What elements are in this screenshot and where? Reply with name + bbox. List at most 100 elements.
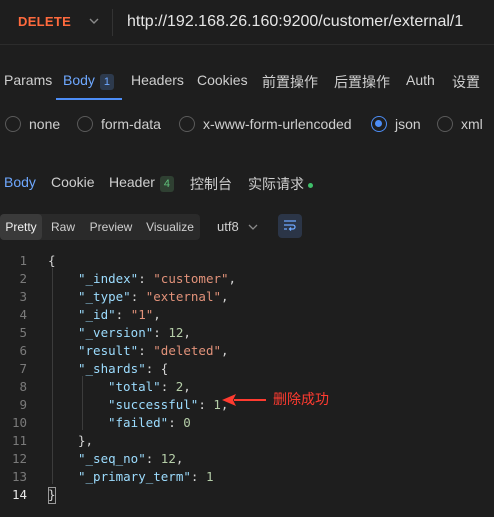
line-number: 11	[11, 433, 27, 448]
view-preview-button[interactable]: Preview	[84, 214, 138, 240]
tab-post-operations[interactable]: 后置操作	[334, 72, 390, 92]
code-line: 14}	[0, 486, 494, 504]
response-body-editor[interactable]: 1{2 "_index": "customer", 3 "_type": "exter…	[0, 250, 494, 517]
http-method-selector[interactable]: DELETE	[18, 14, 71, 29]
radio-label[interactable]: xml	[461, 116, 483, 132]
tab-response-header[interactable]: Header 4	[109, 174, 174, 192]
line-number: 12	[11, 451, 27, 466]
radio-xml[interactable]	[437, 116, 453, 132]
url-divider	[112, 9, 113, 36]
radio-label[interactable]: none	[29, 116, 60, 132]
code-line: 13 "_primary_term": 1	[0, 468, 494, 486]
count-badge: 4	[159, 176, 174, 192]
tab-label: Header	[109, 174, 155, 190]
tab-label: Cookie	[51, 174, 95, 190]
tab-console[interactable]: 控制台	[190, 174, 232, 194]
view-mode-group: Pretty Raw Preview Visualize	[0, 214, 200, 240]
code-text: "_index": "customer",	[78, 271, 237, 286]
view-raw-button[interactable]: Raw	[44, 214, 82, 240]
line-number: 1	[19, 253, 27, 268]
text-cursor	[48, 487, 56, 504]
tab-cookies[interactable]: Cookies	[197, 72, 248, 88]
code-line: 12 "_seq_no": 12,	[0, 450, 494, 468]
code-line: 7 "_shards": {	[0, 360, 494, 378]
tab-label: Auth	[406, 72, 435, 88]
line-number: 10	[11, 415, 27, 430]
count-badge: 1	[99, 74, 114, 90]
url-bar: DELETE http://192.168.26.160:9200/custom…	[0, 0, 494, 45]
line-number: 7	[19, 361, 27, 376]
code-text: {	[48, 253, 56, 268]
view-toolbar: Pretty Raw Preview Visualize utf8	[0, 212, 494, 242]
view-visualize-button[interactable]: Visualize	[140, 214, 200, 240]
response-tabs: Body Cookie Header 4 控制台 实际请求	[0, 164, 494, 200]
radio-json[interactable]	[371, 116, 387, 132]
code-line: 1{	[0, 252, 494, 270]
chevron-down-icon[interactable]	[88, 16, 100, 26]
code-text: "_primary_term": 1	[78, 469, 214, 484]
status-dot-icon	[308, 182, 313, 188]
tab-pre-operations[interactable]: 前置操作	[262, 72, 318, 92]
tab-label: 实际请求	[248, 176, 304, 192]
line-number: 3	[19, 289, 27, 304]
encoding-select[interactable]: utf8	[217, 219, 239, 234]
code-text: "_id": "1",	[78, 307, 161, 322]
code-text: "failed": 0	[108, 415, 191, 430]
tab-actual-request[interactable]: 实际请求	[248, 174, 313, 194]
annotation-label: 删除成功	[273, 392, 329, 408]
code-text: "_seq_no": 12,	[78, 451, 184, 466]
line-number: 14	[11, 487, 27, 502]
tab-response-body[interactable]: Body	[4, 174, 36, 190]
chevron-down-icon[interactable]	[248, 223, 258, 231]
line-number: 8	[19, 379, 27, 394]
code-line: 10 "failed": 0	[0, 414, 494, 432]
tab-body[interactable]: Body 1	[63, 72, 114, 90]
line-number: 6	[19, 343, 27, 358]
code-line: 5 "_version": 12,	[0, 324, 494, 342]
radio-label[interactable]: json	[395, 116, 421, 132]
tab-params[interactable]: Params	[4, 72, 52, 88]
line-number: 4	[19, 307, 27, 322]
code-text: "result": "deleted",	[78, 343, 229, 358]
arrow-left-icon	[222, 394, 266, 406]
view-pretty-button[interactable]: Pretty	[0, 214, 42, 240]
tab-headers[interactable]: Headers	[131, 72, 184, 88]
code-line: 6 "result": "deleted",	[0, 342, 494, 360]
tab-label: 设置	[452, 74, 480, 90]
url-input[interactable]: http://192.168.26.160:9200/customer/exte…	[127, 13, 463, 31]
line-number: 2	[19, 271, 27, 286]
radio-x-www-form-urlencoded[interactable]	[179, 116, 195, 132]
active-tab-indicator	[56, 98, 122, 100]
radio-label[interactable]: form-data	[101, 116, 161, 132]
line-number: 9	[19, 397, 27, 412]
request-tabs: Params Body 1 Headers Cookies 前置操作 后置操作 A…	[0, 62, 494, 100]
code-line: 3 "_type": "external",	[0, 288, 494, 306]
tab-label: 后置操作	[334, 74, 390, 90]
code-text: "total": 2,	[108, 379, 191, 394]
tab-response-cookie[interactable]: Cookie	[51, 174, 95, 190]
code-text: "_version": 12,	[78, 325, 191, 340]
tab-settings[interactable]: 设置	[452, 72, 480, 92]
radio-none[interactable]	[5, 116, 21, 132]
code-line: 4 "_id": "1",	[0, 306, 494, 324]
tab-auth[interactable]: Auth	[406, 72, 435, 88]
line-number: 13	[11, 469, 27, 484]
radio-label[interactable]: x-www-form-urlencoded	[203, 116, 352, 132]
code-text: },	[78, 433, 94, 448]
tab-label: Cookies	[197, 72, 248, 88]
code-text: "_type": "external",	[78, 289, 229, 304]
tab-label: Headers	[131, 72, 184, 88]
code-text: "_shards": {	[78, 361, 169, 376]
line-number: 5	[19, 325, 27, 340]
wrap-lines-icon	[284, 220, 296, 231]
tab-label: Body	[4, 174, 36, 190]
tab-label: 前置操作	[262, 74, 318, 90]
code-line: 11},	[0, 432, 494, 450]
tab-label: Params	[4, 72, 53, 88]
word-wrap-button[interactable]	[278, 214, 302, 238]
tab-label: 控制台	[190, 176, 232, 192]
tab-label: Body	[63, 72, 95, 88]
radio-form-data[interactable]	[77, 116, 93, 132]
code-text: "successful": 1,	[108, 397, 229, 412]
code-line: 2 "_index": "customer",	[0, 270, 494, 288]
